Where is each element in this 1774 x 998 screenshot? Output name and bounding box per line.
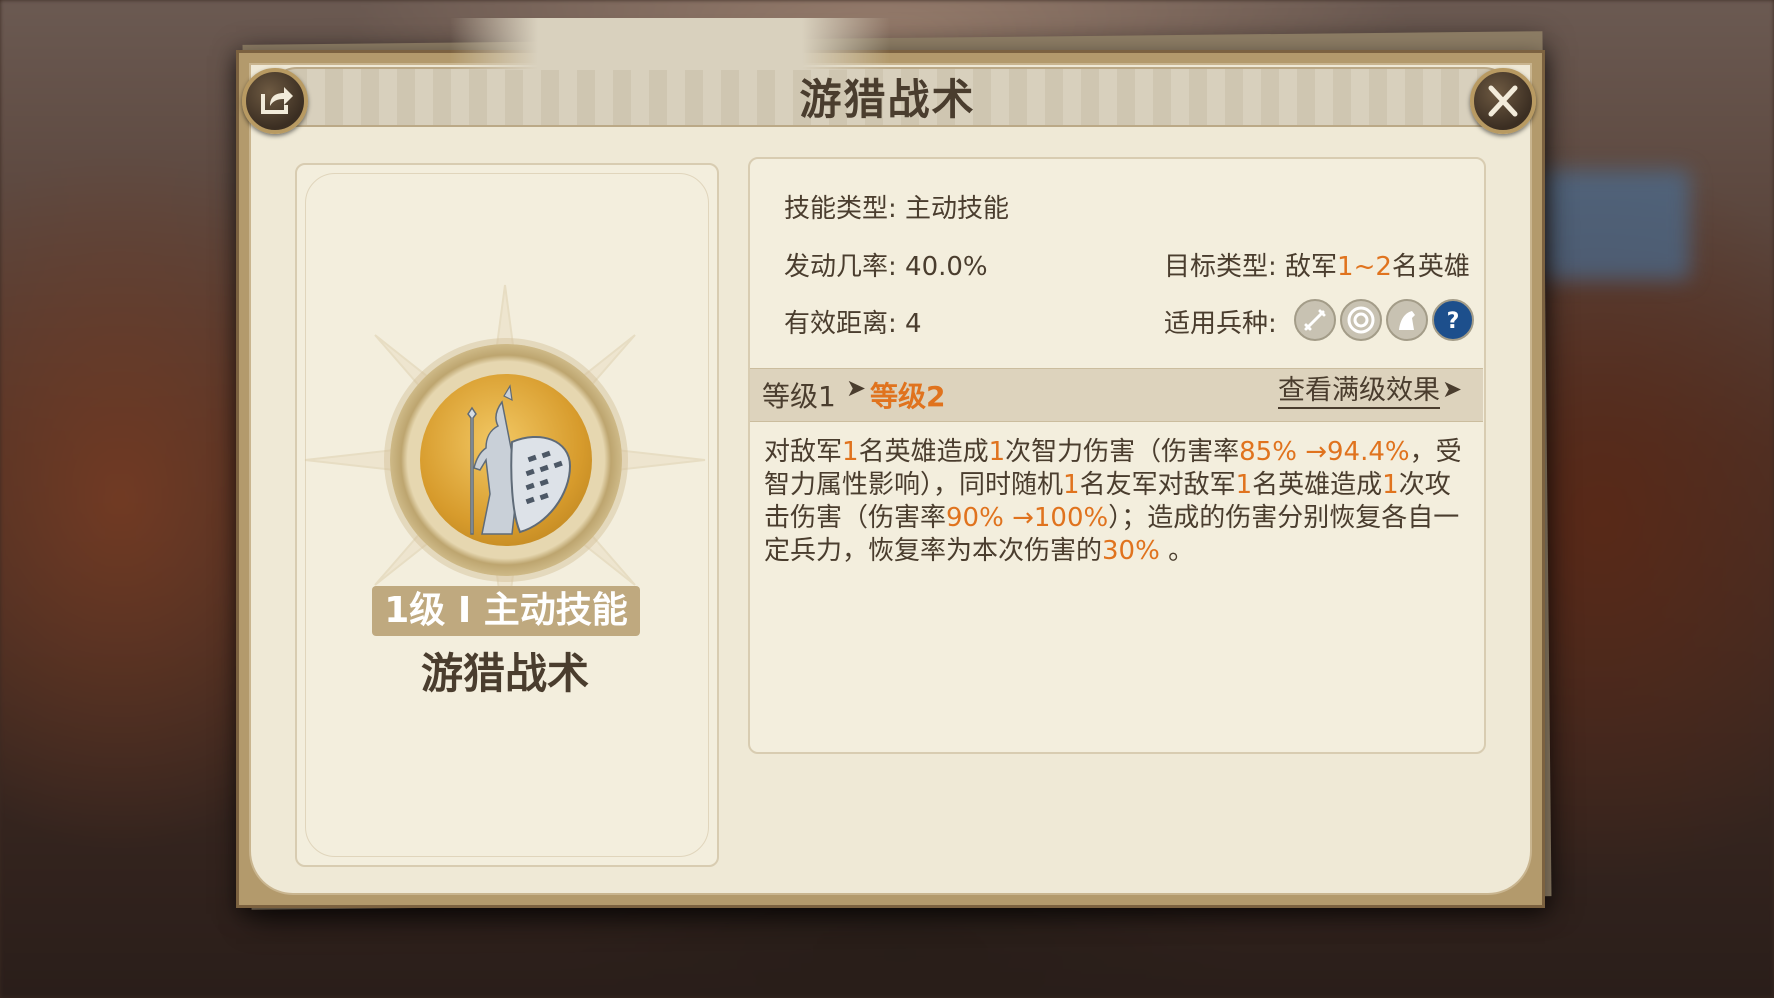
skill-description: 对敌军1名英雄造成1次智力伤害（伤害率85% →94.4%，受智力属性影响），同… [764, 437, 1462, 566]
cavalry-icon[interactable] [1386, 299, 1428, 341]
skill-medal-icon [420, 374, 592, 546]
skill-type-value: 主动技能 [905, 194, 1010, 224]
archer-icon[interactable] [1340, 299, 1382, 341]
effective-range-value: 4 [905, 309, 922, 339]
current-level: 等级1 [762, 380, 836, 413]
infantry-icon[interactable] [1294, 299, 1336, 341]
target-type-range: 1~2 [1337, 252, 1392, 282]
effective-range-label: 有效距离: [784, 309, 897, 339]
target-type-suffix: 名英雄 [1391, 252, 1470, 282]
skill-type-label: 技能类型: [784, 194, 897, 224]
spearman-shield-icon [467, 384, 572, 535]
trigger-rate-value: 40.0% [905, 252, 988, 282]
troop-types-label: 适用兵种: [1164, 309, 1277, 339]
share-icon [261, 87, 293, 114]
skill-name: 游猎战术 [420, 649, 589, 698]
trigger-rate-row: 发动几率: 40.0% [784, 246, 988, 283]
background-blue-panel [1540, 170, 1690, 280]
close-button[interactable] [1470, 68, 1536, 134]
troop-types-icons: ? [1294, 299, 1474, 341]
skill-type-row: 技能类型: 主动技能 [784, 188, 1009, 225]
svg-text:?: ? [1447, 309, 1460, 334]
next-level: 等级2 [870, 380, 946, 413]
effective-range-row: 有效距离: 4 [784, 303, 922, 340]
target-type-row: 目标类型: 敌军1~2名英雄 [1164, 246, 1470, 283]
trigger-rate-label: 发动几率: [784, 252, 897, 282]
view-max-arrow-icon[interactable]: ➤ [1442, 375, 1462, 403]
skill-level-badge: 1级 I 主动技能 [372, 586, 640, 636]
level-arrow-icon: ➤ [846, 374, 867, 402]
title-backdrop [450, 18, 890, 70]
dialog-title: 游猎战术 [799, 75, 976, 124]
target-type-label: 目标类型: [1164, 252, 1277, 282]
view-max-level-link[interactable]: 查看满级效果 [1278, 375, 1440, 409]
target-type-prefix: 敌军 [1285, 252, 1338, 282]
share-button[interactable] [242, 68, 308, 134]
close-icon [1488, 85, 1518, 117]
unknown-troop-icon[interactable]: ? [1432, 299, 1474, 341]
